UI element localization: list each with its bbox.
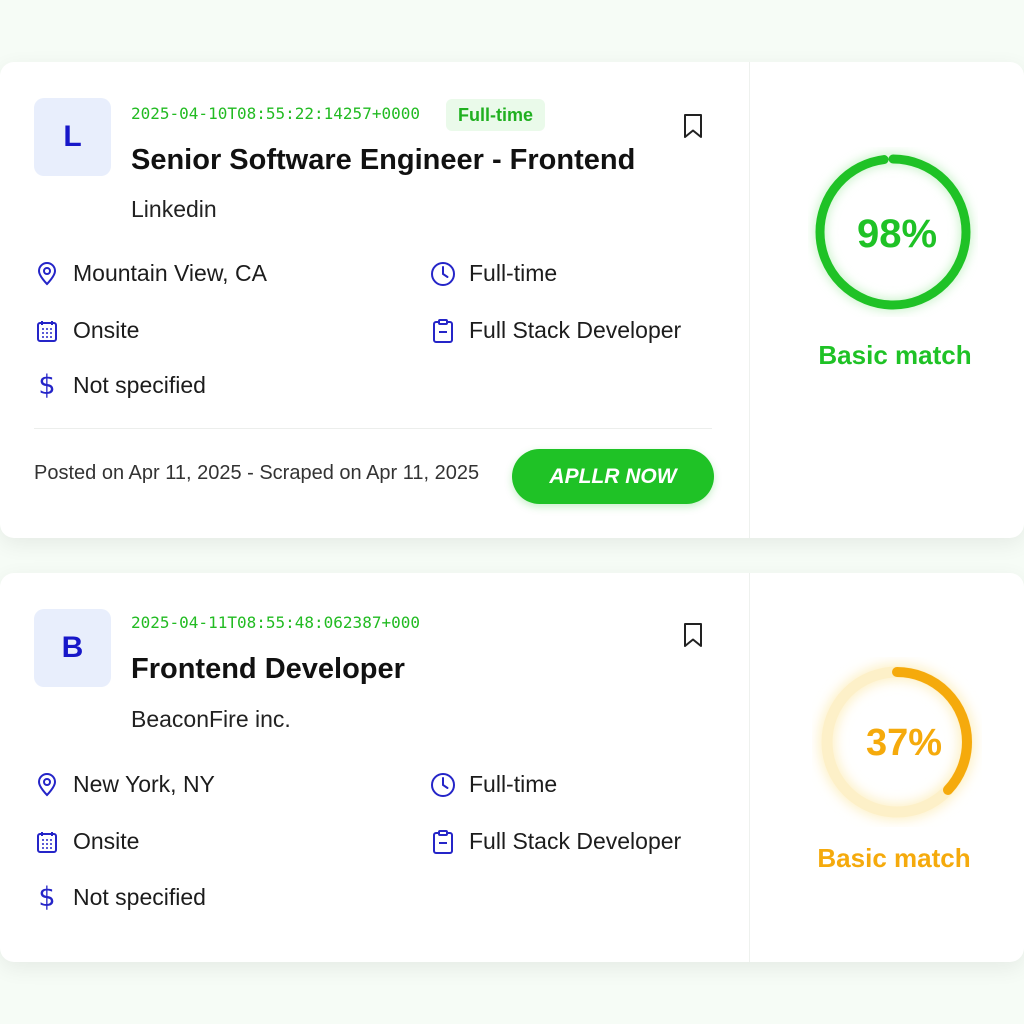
role-text: Full Stack Developer <box>469 828 682 854</box>
match-percent: 98% <box>857 212 937 256</box>
clipboard-icon <box>430 318 456 344</box>
dollar-icon: $ <box>38 882 56 913</box>
building-icon <box>34 829 60 855</box>
salary-text: Not specified <box>73 372 206 398</box>
card-divider <box>749 62 750 538</box>
company-logo: B <box>34 609 111 687</box>
job-title[interactable]: Senior Software Engineer - Frontend <box>131 144 635 177</box>
role-text: Full Stack Developer <box>469 317 682 343</box>
location-text: Mountain View, CA <box>73 260 267 286</box>
match-gauge: 37% <box>819 664 975 820</box>
location-text: New York, NY <box>73 771 215 797</box>
dollar-icon: $ <box>38 370 56 401</box>
job-location: Mountain View, CA <box>34 260 267 287</box>
workplace-text: Onsite <box>73 828 140 854</box>
job-card[interactable]: B 2025-04-11T08:55:48:062387+000 Fronten… <box>0 573 1024 962</box>
building-icon <box>34 318 60 344</box>
job-workplace: Onsite <box>34 317 139 344</box>
map-pin-icon <box>34 261 60 287</box>
job-timestamp: 2025-04-10T08:55:22:14257+0000 <box>131 104 420 123</box>
clock-icon <box>430 261 456 287</box>
job-location: New York, NY <box>34 771 215 798</box>
clock-icon <box>430 772 456 798</box>
apply-now-button[interactable]: APLLR NOW <box>512 449 714 504</box>
clipboard-icon <box>430 829 456 855</box>
job-timestamp: 2025-04-11T08:55:48:062387+000 <box>131 613 420 632</box>
job-workplace: Onsite <box>34 828 139 855</box>
match-label: Basic match <box>818 340 972 370</box>
bookmark-icon[interactable] <box>682 113 704 139</box>
job-salary: $ Not specified <box>34 882 206 913</box>
company-name: BeaconFire inc. <box>131 706 291 732</box>
job-type-text: Full-time <box>469 771 558 797</box>
match-gauge: 98% <box>814 153 972 311</box>
job-title[interactable]: Frontend Developer <box>131 653 405 686</box>
card-divider <box>749 573 750 962</box>
salary-text: Not specified <box>73 884 206 910</box>
job-type-text: Full-time <box>469 260 558 286</box>
card-separator <box>34 428 712 429</box>
posted-info: Posted on Apr 11, 2025 - Scraped on Apr … <box>34 462 480 484</box>
job-type: Full-time <box>430 771 557 798</box>
map-pin-icon <box>34 772 60 798</box>
job-card[interactable]: L 2025-04-10T08:55:22:14257+0000 Full-ti… <box>0 62 1024 538</box>
match-label: Basic match <box>817 843 971 873</box>
workplace-text: Onsite <box>73 317 140 343</box>
job-salary: $ Not specified <box>34 370 206 401</box>
company-logo: L <box>34 98 111 176</box>
job-type-badge: Full-time <box>446 99 545 131</box>
job-role: Full Stack Developer <box>430 317 681 344</box>
job-type: Full-time <box>430 260 557 287</box>
company-name: Linkedin <box>131 196 217 222</box>
match-percent: 37% <box>866 722 942 764</box>
bookmark-icon[interactable] <box>682 622 704 648</box>
job-role: Full Stack Developer <box>430 828 681 855</box>
